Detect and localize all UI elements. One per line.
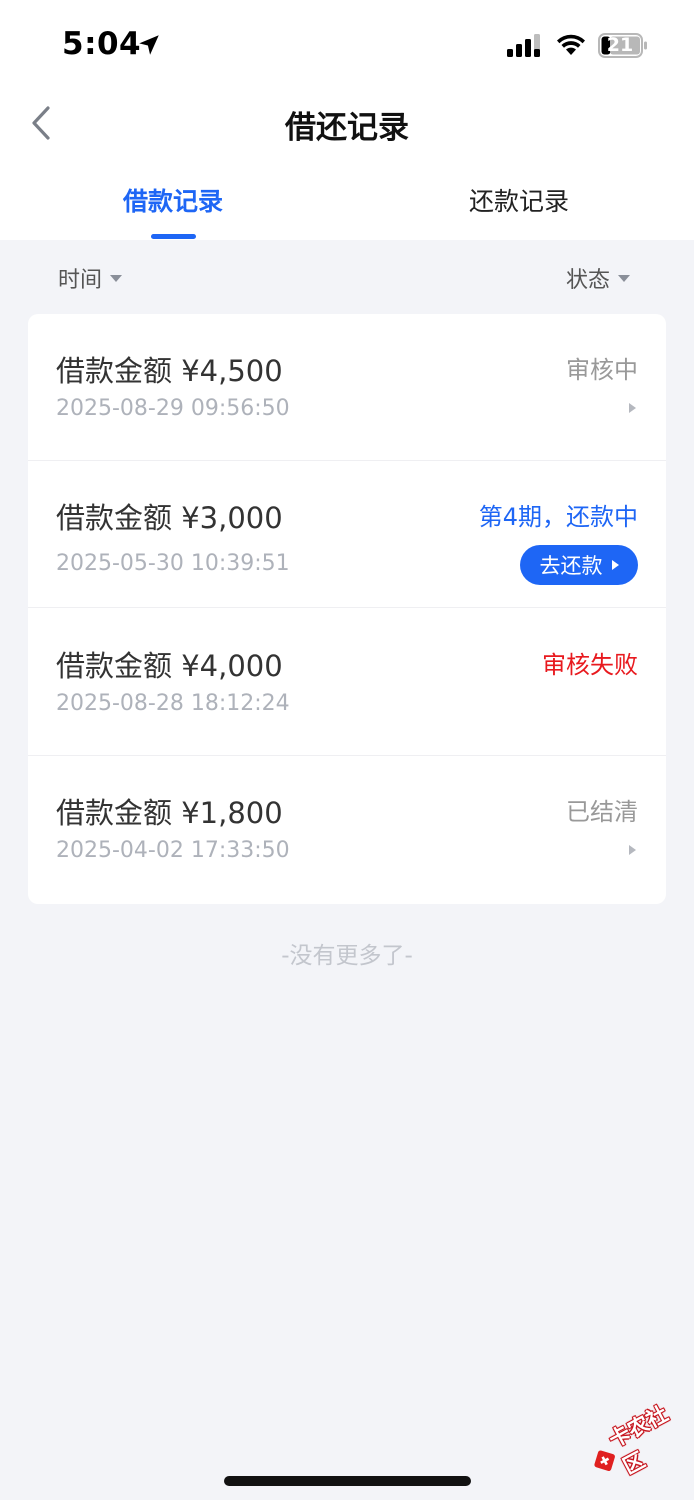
active-tab-indicator [151, 234, 196, 239]
status-time: 5:04 [62, 26, 142, 62]
records-list: 借款金额 ¥4,500 2025-08-29 09:56:50 审核中 借款金额… [28, 314, 666, 904]
loan-date: 2025-08-29 09:56:50 [56, 396, 290, 421]
status-bar: 5:04 21 [0, 0, 694, 92]
wifi-icon [557, 34, 585, 55]
watermark: 卡农社区 [577, 1389, 694, 1498]
loan-amount: 借款金额 ¥4,500 [56, 354, 283, 388]
loan-status: 第4期，还款中 [478, 503, 638, 531]
filter-status[interactable]: 状态 [566, 262, 630, 294]
loan-status: 已结清 [566, 798, 638, 826]
list-item[interactable]: 借款金额 ¥4,500 2025-08-29 09:56:50 审核中 [28, 314, 666, 461]
location-arrow-icon [139, 35, 159, 55]
loan-status: 审核中 [566, 356, 638, 384]
home-indicator[interactable] [224, 1476, 471, 1486]
page-title: 借还记录 [285, 110, 409, 146]
cellular-signal-icon [507, 34, 540, 57]
loan-amount: 借款金额 ¥1,800 [56, 796, 283, 830]
filter-time[interactable]: 时间 [58, 262, 123, 294]
filter-status-label: 状态 [565, 268, 610, 293]
battery-level: 21 [606, 34, 634, 56]
loan-amount: 借款金额 ¥3,000 [56, 501, 283, 535]
list-item[interactable]: 借款金额 ¥4,000 2025-08-28 18:12:24 审核失败 [28, 609, 666, 756]
header-area: 5:04 21 借还记录 借款记录 还款记录 [0, 0, 694, 240]
repay-button-label: 去还款 [539, 554, 603, 578]
filter-time-label: 时间 [58, 268, 103, 293]
no-more-indicator: -没有更多了- [281, 943, 413, 969]
loan-amount: 借款金额 ¥4,000 [56, 649, 283, 683]
chevron-right-icon [629, 403, 636, 413]
loan-date: 2025-08-28 18:12:24 [56, 691, 290, 716]
list-item[interactable]: 借款金额 ¥1,800 2025-04-02 17:33:50 已结清 [28, 756, 666, 903]
tab-repayment-records[interactable]: 还款记录 [436, 182, 602, 218]
play-arrow-icon [611, 560, 619, 570]
tab-loan-records[interactable]: 借款记录 [90, 182, 256, 218]
repay-button[interactable]: 去还款 [520, 545, 638, 585]
chevron-right-icon [629, 845, 636, 855]
dropdown-triangle-icon [618, 274, 630, 282]
loan-date: 2025-04-02 17:33:50 [56, 838, 290, 863]
loan-status: 审核失败 [542, 651, 638, 679]
loan-date: 2025-05-30 10:39:51 [56, 551, 290, 576]
dropdown-triangle-icon [110, 274, 123, 282]
list-item[interactable]: 借款金额 ¥3,000 2025-05-30 10:39:51 第4期，还款中 … [28, 461, 666, 608]
